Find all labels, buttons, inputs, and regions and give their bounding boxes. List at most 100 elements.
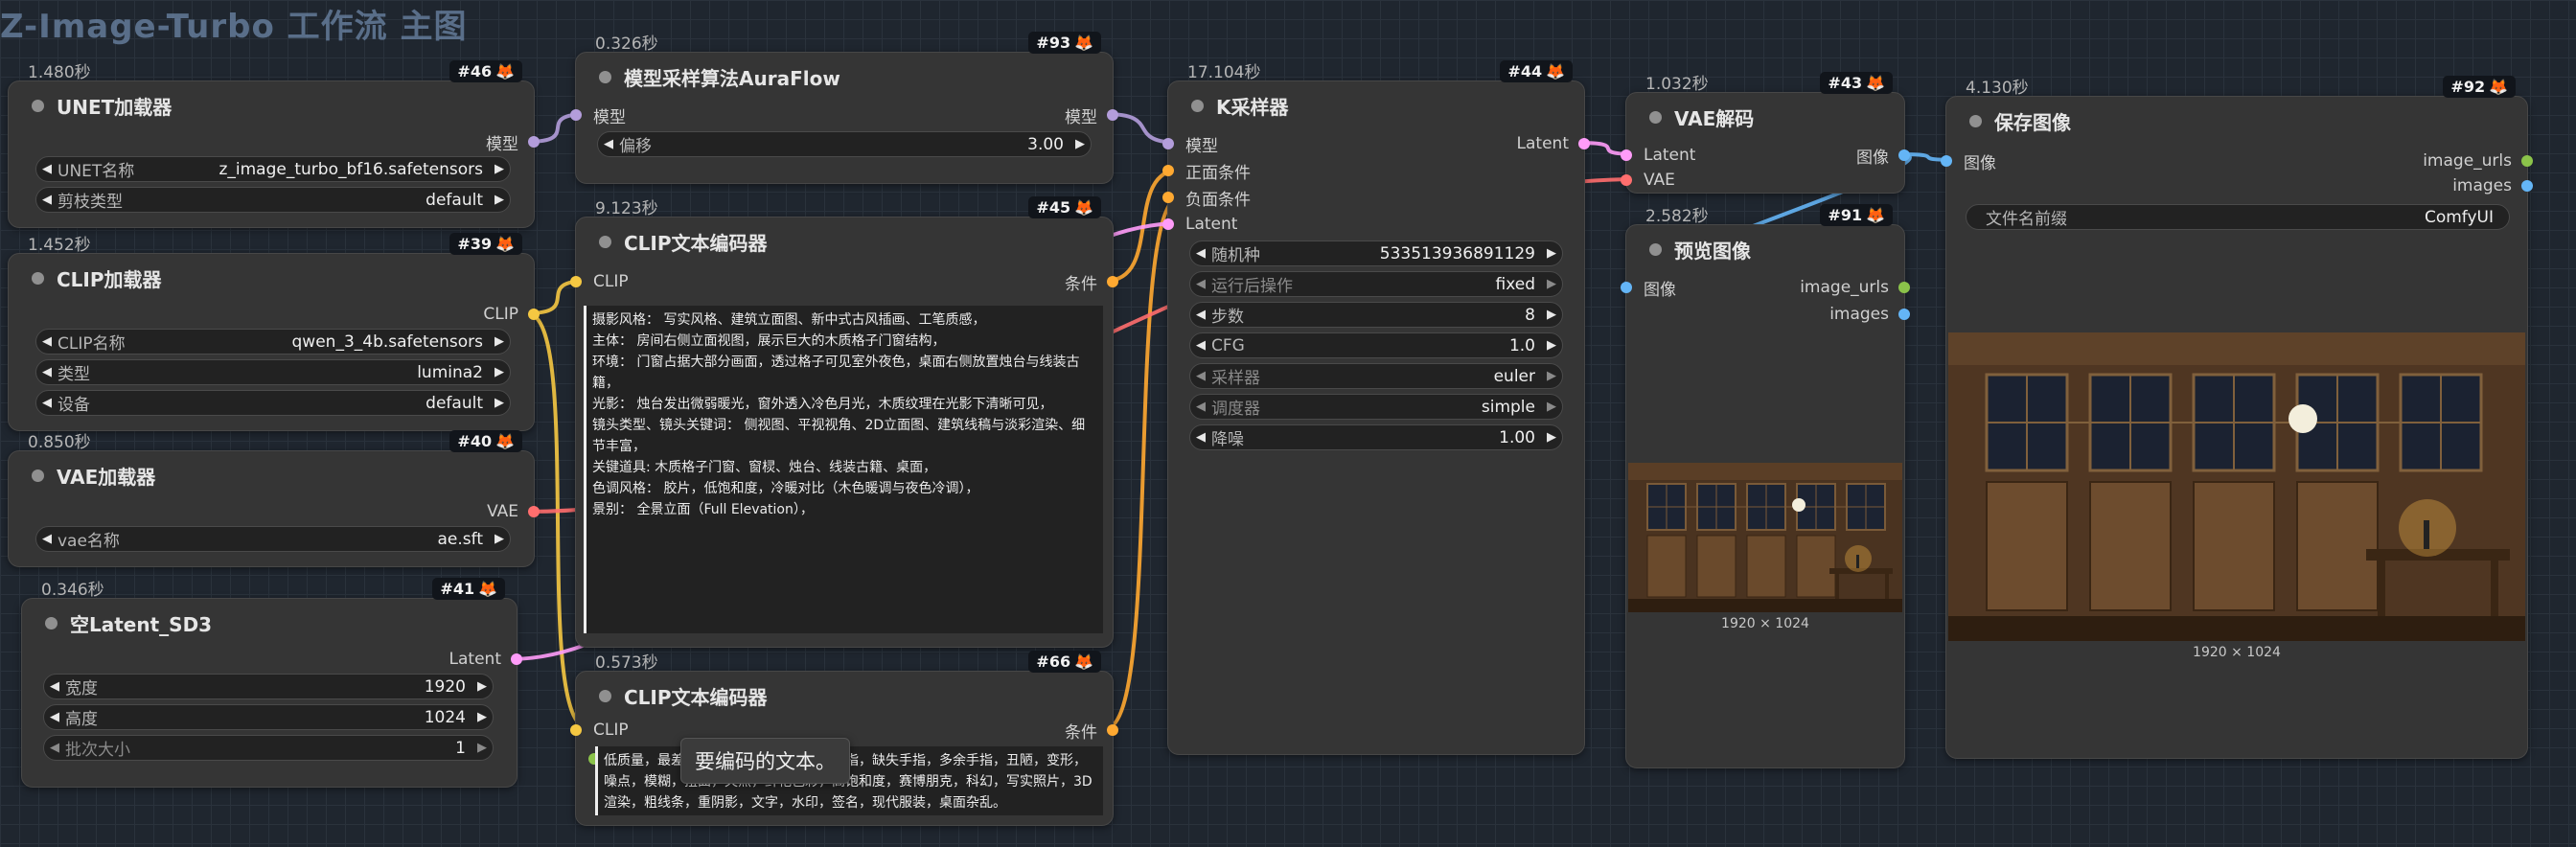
output-vae[interactable]: VAE: [487, 501, 540, 522]
arrow-right-icon[interactable]: ▶: [1541, 338, 1562, 353]
widget-cfg[interactable]: ◀ CFG 1.0 ▶: [1189, 332, 1563, 358]
arrow-left-icon[interactable]: ◀: [44, 710, 65, 724]
widget-control-after-generate[interactable]: ◀ 运行后操作 fixed ▶: [1189, 271, 1563, 297]
arrow-right-icon[interactable]: ▶: [489, 162, 510, 176]
widget-sampler-name[interactable]: ◀ 采样器 euler ▶: [1189, 363, 1563, 389]
arrow-right-icon[interactable]: ▶: [1541, 246, 1562, 261]
arrow-right-icon[interactable]: ▶: [1541, 277, 1562, 291]
node-title[interactable]: K采样器: [1168, 81, 1584, 129]
collapse-dot-icon[interactable]: [45, 617, 58, 630]
arrow-left-icon[interactable]: ◀: [36, 334, 58, 349]
arrow-left-icon[interactable]: ◀: [36, 365, 58, 379]
input-latent[interactable]: Latent: [1162, 214, 1237, 235]
arrow-left-icon[interactable]: ◀: [36, 396, 58, 410]
latent-socket-icon[interactable]: [1621, 149, 1632, 161]
node-title[interactable]: CLIP加载器: [9, 254, 534, 302]
image-socket-icon[interactable]: [1621, 282, 1632, 293]
collapse-dot-icon[interactable]: [599, 690, 611, 702]
arrow-left-icon[interactable]: ◀: [1190, 277, 1211, 291]
node-clip-loader[interactable]: 1.452秒 #39 🦊 CLIP加载器 CLIP ◀ CLIP名称 qwen_3_4…: [8, 233, 540, 431]
collapse-dot-icon[interactable]: [1649, 243, 1662, 256]
arrow-left-icon[interactable]: ◀: [36, 193, 58, 207]
output-image-urls[interactable]: image_urls: [1800, 277, 1910, 298]
widget-filename-prefix[interactable]: 文件名前缀 ComfyUI: [1966, 204, 2510, 230]
arrow-left-icon[interactable]: ◀: [1190, 246, 1211, 261]
node-title[interactable]: 空Latent_SD3: [22, 599, 517, 647]
output-images[interactable]: images: [2452, 175, 2533, 196]
model-socket-icon[interactable]: [1162, 138, 1174, 149]
node-title[interactable]: 模型采样算法AuraFlow: [576, 53, 1113, 101]
widget-width[interactable]: ◀ 宽度 1920 ▶: [43, 674, 494, 699]
arrow-right-icon[interactable]: ▶: [1541, 400, 1562, 414]
node-title[interactable]: CLIP文本编码器: [576, 672, 1113, 720]
arrow-left-icon[interactable]: ◀: [1190, 338, 1211, 353]
string-socket-icon[interactable]: [2521, 155, 2533, 167]
arrow-left-icon[interactable]: ◀: [36, 162, 58, 176]
conditioning-socket-icon[interactable]: [1107, 276, 1118, 287]
latent-socket-icon[interactable]: [1162, 218, 1174, 230]
input-clip[interactable]: CLIP: [570, 271, 629, 292]
clip-socket-icon[interactable]: [528, 309, 540, 320]
collapse-dot-icon[interactable]: [32, 469, 44, 482]
widget-batch-size[interactable]: ◀ 批次大小 1 ▶: [43, 735, 494, 761]
node-unet-loader[interactable]: 1.480秒 #46 🦊 UNET加载器 模型 ◀ UNET名称 z_image_tu…: [8, 60, 540, 228]
model-socket-icon[interactable]: [528, 136, 540, 148]
arrow-right-icon[interactable]: ▶: [472, 710, 493, 724]
node-title[interactable]: VAE加载器: [9, 451, 534, 499]
node-vae-decode[interactable]: 1.032秒 #43 🦊 VAE解码 Latent VAE 图像: [1621, 72, 1910, 194]
widget-clip-type[interactable]: ◀ 类型 lumina2 ▶: [35, 359, 511, 385]
output-conditioning[interactable]: 条件: [1065, 720, 1118, 743]
vae-socket-icon[interactable]: [528, 506, 540, 517]
widget-clip-name[interactable]: ◀ CLIP名称 qwen_3_4b.safetensors ▶: [35, 329, 511, 355]
input-latent[interactable]: Latent: [1621, 145, 1695, 166]
model-socket-icon[interactable]: [570, 109, 582, 121]
output-images[interactable]: images: [1829, 304, 1910, 325]
arrow-right-icon[interactable]: ▶: [1541, 369, 1562, 383]
arrow-left-icon[interactable]: ◀: [1190, 369, 1211, 383]
collapse-dot-icon[interactable]: [32, 100, 44, 112]
arrow-right-icon[interactable]: ▶: [489, 532, 510, 546]
arrow-right-icon[interactable]: ▶: [1070, 137, 1091, 151]
node-clip-text-encode-positive[interactable]: 9.123秒 #45 🦊 CLIP文本编码器 CLIP 条件 摄影风格： 写实风格…: [570, 196, 1118, 648]
widget-scheduler[interactable]: ◀ 调度器 simple ▶: [1189, 394, 1563, 420]
collapse-dot-icon[interactable]: [599, 236, 611, 248]
node-save-image[interactable]: 4.130秒 #92 🦊 保存图像 图像 image_urls images 文件…: [1941, 76, 2533, 759]
arrow-right-icon[interactable]: ▶: [489, 334, 510, 349]
node-empty-latent[interactable]: 0.346秒 #41 🦊 空Latent_SD3 Latent ◀ 宽度 1920 ▶ …: [21, 578, 522, 788]
arrow-left-icon[interactable]: ◀: [1190, 308, 1211, 322]
conditioning-socket-icon[interactable]: [1162, 192, 1174, 203]
vae-socket-icon[interactable]: [1621, 174, 1632, 186]
input-clip[interactable]: CLIP: [570, 720, 629, 741]
widget-steps[interactable]: ◀ 步数 8 ▶: [1189, 302, 1563, 328]
arrow-right-icon[interactable]: ▶: [1541, 430, 1562, 445]
node-title[interactable]: 预览图像: [1626, 225, 1904, 273]
latent-socket-icon[interactable]: [511, 653, 522, 665]
node-title[interactable]: VAE解码: [1626, 93, 1904, 141]
collapse-dot-icon[interactable]: [1649, 111, 1662, 124]
arrow-right-icon[interactable]: ▶: [472, 741, 493, 755]
arrow-left-icon[interactable]: ◀: [1190, 430, 1211, 445]
output-model[interactable]: 模型: [486, 131, 540, 154]
arrow-right-icon[interactable]: ▶: [489, 193, 510, 207]
node-title[interactable]: CLIP文本编码器: [576, 217, 1113, 265]
input-image[interactable]: 图像: [1621, 277, 1676, 300]
node-title[interactable]: UNET加载器: [9, 81, 534, 129]
arrow-right-icon[interactable]: ▶: [1541, 308, 1562, 322]
model-socket-icon[interactable]: [1107, 109, 1118, 121]
arrow-left-icon[interactable]: ◀: [44, 679, 65, 694]
arrow-right-icon[interactable]: ▶: [489, 365, 510, 379]
clip-socket-icon[interactable]: [570, 276, 582, 287]
widget-device[interactable]: ◀ 设备 default ▶: [35, 390, 511, 416]
widget-vae-name[interactable]: ◀ vae名称 ae.sft ▶: [35, 526, 511, 552]
collapse-dot-icon[interactable]: [1969, 115, 1982, 127]
input-model[interactable]: 模型: [1162, 133, 1218, 156]
node-model-sampling-auraflow[interactable]: 0.326秒 #93 🦊 模型采样算法AuraFlow 模型 模型 ◀ 偏移 3.00…: [570, 32, 1118, 184]
output-conditioning[interactable]: 条件: [1065, 271, 1118, 294]
saved-image[interactable]: [1948, 332, 2525, 641]
image-socket-icon[interactable]: [2521, 180, 2533, 192]
arrow-left-icon[interactable]: ◀: [36, 532, 58, 546]
arrow-left-icon[interactable]: ◀: [1190, 400, 1211, 414]
string-socket-icon[interactable]: [1898, 282, 1910, 293]
widget-weight-dtype[interactable]: ◀ 剪枝类型 default ▶: [35, 187, 511, 213]
output-latent[interactable]: Latent: [449, 649, 522, 670]
